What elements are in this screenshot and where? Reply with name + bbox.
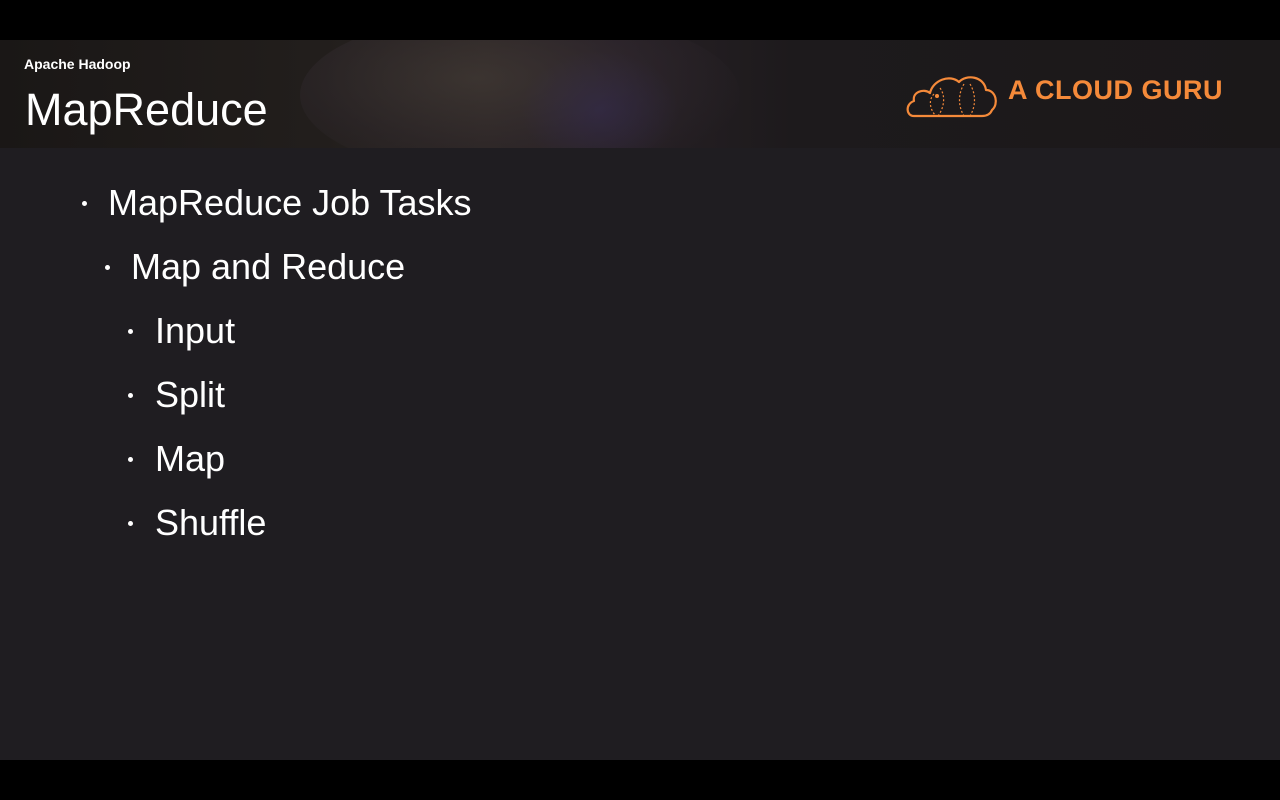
bullet-dot <box>128 521 133 526</box>
slide-title: MapReduce <box>25 84 268 135</box>
bullet-dot <box>128 329 133 334</box>
slide-header: Apache Hadoop MapReduce A CLOUD GURU <box>0 40 1280 148</box>
a-cloud-guru-logo: A CLOUD GURU <box>904 66 1244 122</box>
letterbox-bottom <box>0 760 1280 800</box>
bullet-dot <box>105 265 110 270</box>
letterbox-top <box>0 0 1280 40</box>
bullet-text: Map and Reduce <box>131 246 406 287</box>
bullet-dot <box>128 457 133 462</box>
slide: Apache Hadoop MapReduce A CLOUD GURU Map… <box>0 40 1280 760</box>
bullet-text: Input <box>155 310 236 351</box>
bullet-dot <box>82 201 87 206</box>
bullet-text: Shuffle <box>155 502 267 543</box>
slide-subtitle: Apache Hadoop <box>24 56 131 72</box>
bullet-text: Split <box>155 374 226 415</box>
logo-text: A CLOUD GURU <box>1008 75 1223 105</box>
cloud-logo-icon <box>906 76 997 118</box>
bullet-text: Map <box>155 438 226 479</box>
bullet-dot <box>128 393 133 398</box>
bullet-text: MapReduce Job Tasks <box>108 182 472 223</box>
